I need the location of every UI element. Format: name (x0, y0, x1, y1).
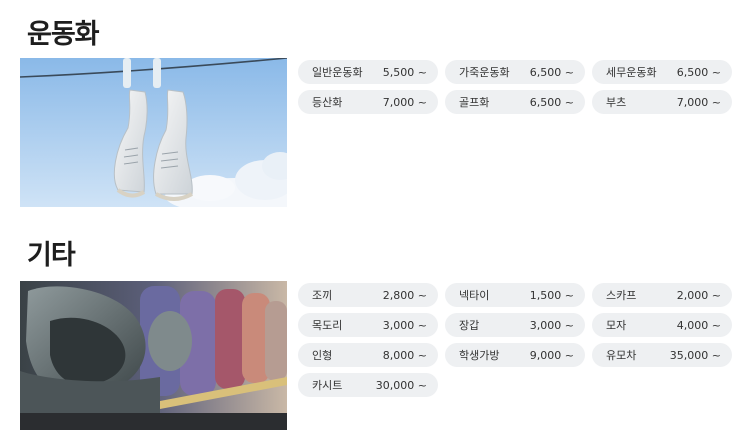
item-name: 세무운동화 (606, 66, 657, 79)
item-price: 6,500 ~ (676, 65, 721, 79)
item-price: 7,000 ~ (676, 95, 721, 109)
price-chip-카시트[interactable]: 카시트 30,000 ~ (298, 373, 438, 397)
item-price: 3,000 ~ (529, 318, 574, 332)
item-price: 6,500 ~ (529, 65, 574, 79)
item-name: 유모차 (606, 349, 637, 362)
item-name: 조끼 (312, 289, 333, 302)
item-price: 7,000 ~ (382, 95, 427, 109)
price-chip-인형[interactable]: 인형 8,000 ~ (298, 343, 438, 367)
price-chip-등산화[interactable]: 등산화 7,000 ~ (298, 90, 438, 114)
car-seats-photo (20, 281, 287, 430)
section-title-sneakers: 운동화 (27, 19, 100, 50)
item-name: 골프화 (459, 96, 490, 109)
item-name: 카시트 (312, 379, 343, 392)
item-price: 4,000 ~ (676, 318, 721, 332)
item-name: 일반운동화 (312, 66, 363, 79)
section-title-others: 기타 (27, 240, 76, 271)
item-price: 1,500 ~ (529, 288, 574, 302)
item-price: 5,500 ~ (382, 65, 427, 79)
item-name: 스카프 (606, 289, 637, 302)
item-name: 학생가방 (459, 349, 500, 362)
item-name: 등산화 (312, 96, 343, 109)
item-price: 9,000 ~ (529, 348, 574, 362)
item-price: 6,500 ~ (529, 95, 574, 109)
item-name: 인형 (312, 349, 333, 362)
price-chip-가죽운동화[interactable]: 가죽운동화 6,500 ~ (445, 60, 585, 84)
item-name: 부츠 (606, 96, 627, 109)
price-chip-세무운동화[interactable]: 세무운동화 6,500 ~ (592, 60, 732, 84)
price-chip-모자[interactable]: 모자 4,000 ~ (592, 313, 732, 337)
item-price: 2,000 ~ (676, 288, 721, 302)
item-price: 8,000 ~ (382, 348, 427, 362)
price-chip-유모차[interactable]: 유모차 35,000 ~ (592, 343, 732, 367)
price-chip-조끼[interactable]: 조끼 2,800 ~ (298, 283, 438, 307)
item-price: 30,000 ~ (375, 378, 427, 392)
price-chip-학생가방[interactable]: 학생가방 9,000 ~ (445, 343, 585, 367)
sneakers-photo (20, 58, 287, 207)
price-chip-골프화[interactable]: 골프화 6,500 ~ (445, 90, 585, 114)
item-name: 목도리 (312, 319, 343, 332)
price-chip-목도리[interactable]: 목도리 3,000 ~ (298, 313, 438, 337)
price-chip-장갑[interactable]: 장갑 3,000 ~ (445, 313, 585, 337)
item-price: 3,000 ~ (382, 318, 427, 332)
item-price: 35,000 ~ (669, 348, 721, 362)
price-chip-일반운동화[interactable]: 일반운동화 5,500 ~ (298, 60, 438, 84)
item-name: 장갑 (459, 319, 480, 332)
price-chip-넥타이[interactable]: 넥타이 1,500 ~ (445, 283, 585, 307)
item-name: 넥타이 (459, 289, 490, 302)
others-price-grid: 조끼 2,800 ~ 넥타이 1,500 ~ 스카프 2,000 ~ 목도리 3,000… (298, 283, 732, 397)
item-name: 모자 (606, 319, 627, 332)
sneakers-price-grid: 일반운동화 5,500 ~ 가죽운동화 6,500 ~ 세무운동화 6,500 ~ 등… (298, 60, 732, 114)
item-name: 가죽운동화 (459, 66, 510, 79)
price-chip-부츠[interactable]: 부츠 7,000 ~ (592, 90, 732, 114)
item-price: 2,800 ~ (382, 288, 427, 302)
price-chip-스카프[interactable]: 스카프 2,000 ~ (592, 283, 732, 307)
